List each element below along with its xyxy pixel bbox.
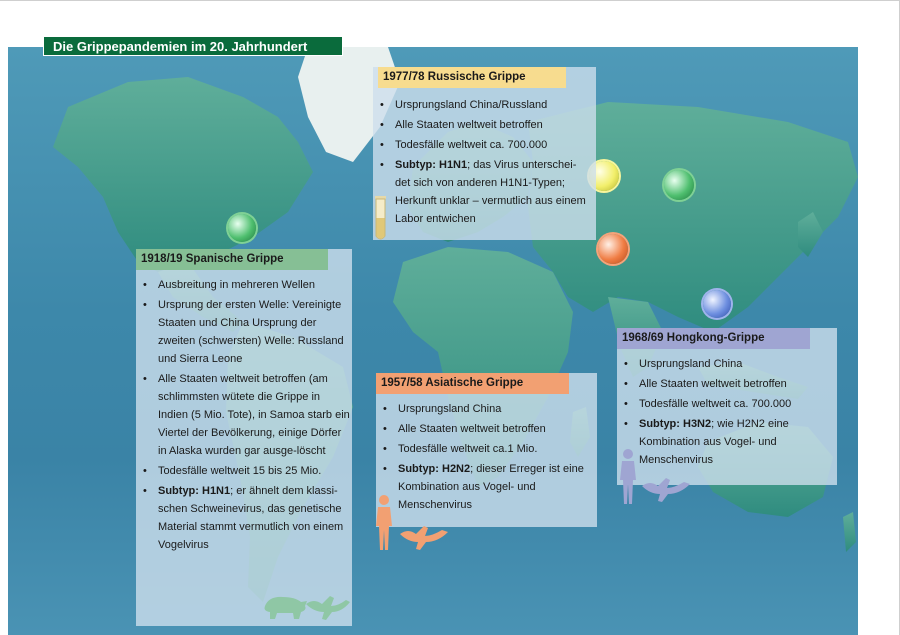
list-item: Todesfälle weltweit 15 bis 25 Mio.	[138, 462, 350, 480]
bird-icon	[400, 526, 448, 550]
list-item: Ursprungsland China/Russland	[375, 96, 590, 114]
bird-icon	[306, 596, 350, 620]
panel-1957-asian-flu: 1957/58 Asiatische Grippe Ursprungsland …	[376, 373, 597, 527]
list-item: Subtyp: H1N1; er ähnelt dem klassi-schen…	[138, 482, 350, 554]
panel-header-1968: 1968/69 Hongkong-Grippe	[617, 328, 810, 349]
panel-list-1968: Ursprungsland China Alle Staaten weltwei…	[619, 355, 834, 471]
test-tube-icon	[374, 196, 387, 242]
list-item: Alle Staaten weltweit betroffen	[375, 116, 590, 134]
list-item: Subtyp: H1N1; das Virus unterschei-det s…	[375, 156, 590, 228]
virus-marker-hongkong	[703, 290, 731, 318]
panel-list-1918: Ausbreitung in mehreren Wellen Ursprung …	[138, 276, 350, 556]
frame-border	[0, 0, 900, 1]
panel-list-1957: Ursprungsland China Alle Staaten weltwei…	[378, 400, 593, 516]
list-item: Alle Staaten weltweit betroffen (am schl…	[138, 370, 350, 460]
panel-1968-hongkong-flu: 1968/69 Hongkong-Grippe Ursprungsland Ch…	[617, 328, 837, 485]
list-item: Alle Staaten weltweit betroffen	[378, 420, 593, 438]
panel-list-1977: Ursprungsland China/Russland Alle Staate…	[375, 96, 590, 230]
list-item: Ursprungsland China	[619, 355, 834, 373]
list-item: Subtyp: H3N2; wie H2N2 eine Kombination …	[619, 415, 834, 469]
panel-header-1918: 1918/19 Spanische Grippe	[136, 249, 328, 270]
list-item: Alle Staaten weltweit betroffen	[619, 375, 834, 393]
list-item: Ursprung der ersten Welle: Vereinigte St…	[138, 296, 350, 368]
panel-1977-russian-flu: 1977/78 Russische Grippe Ursprungsland C…	[373, 67, 596, 240]
list-item: Ausbreitung in mehreren Wellen	[138, 276, 350, 294]
human-icon	[620, 449, 636, 504]
panel-header-1957: 1957/58 Asiatische Grippe	[376, 373, 569, 394]
list-item: Todesfälle weltweit ca. 700.000	[619, 395, 834, 413]
new-zealand-shape	[843, 512, 856, 552]
virus-marker-north-america	[228, 214, 256, 242]
panel-1918-spanish-flu: 1918/19 Spanische Grippe Ausbreitung in …	[136, 249, 352, 626]
bird-icon	[642, 478, 690, 502]
panel-header-1977: 1977/78 Russische Grippe	[378, 67, 566, 88]
list-item: Todesfälle weltweit ca.1 Mio.	[378, 440, 593, 458]
page-title: Die Grippepandemien im 20. Jahrhundert	[43, 36, 343, 56]
list-item: Subtyp: H2N2; dieser Erreger ist eine Ko…	[378, 460, 593, 514]
north-america-shape	[53, 77, 313, 272]
pig-icon	[264, 596, 307, 619]
virus-marker-china	[598, 234, 628, 264]
human-icon	[376, 495, 392, 550]
list-item: Todesfälle weltweit ca. 700.000	[375, 136, 590, 154]
list-item: Ursprungsland China	[378, 400, 593, 418]
virus-marker-russia	[664, 170, 694, 200]
